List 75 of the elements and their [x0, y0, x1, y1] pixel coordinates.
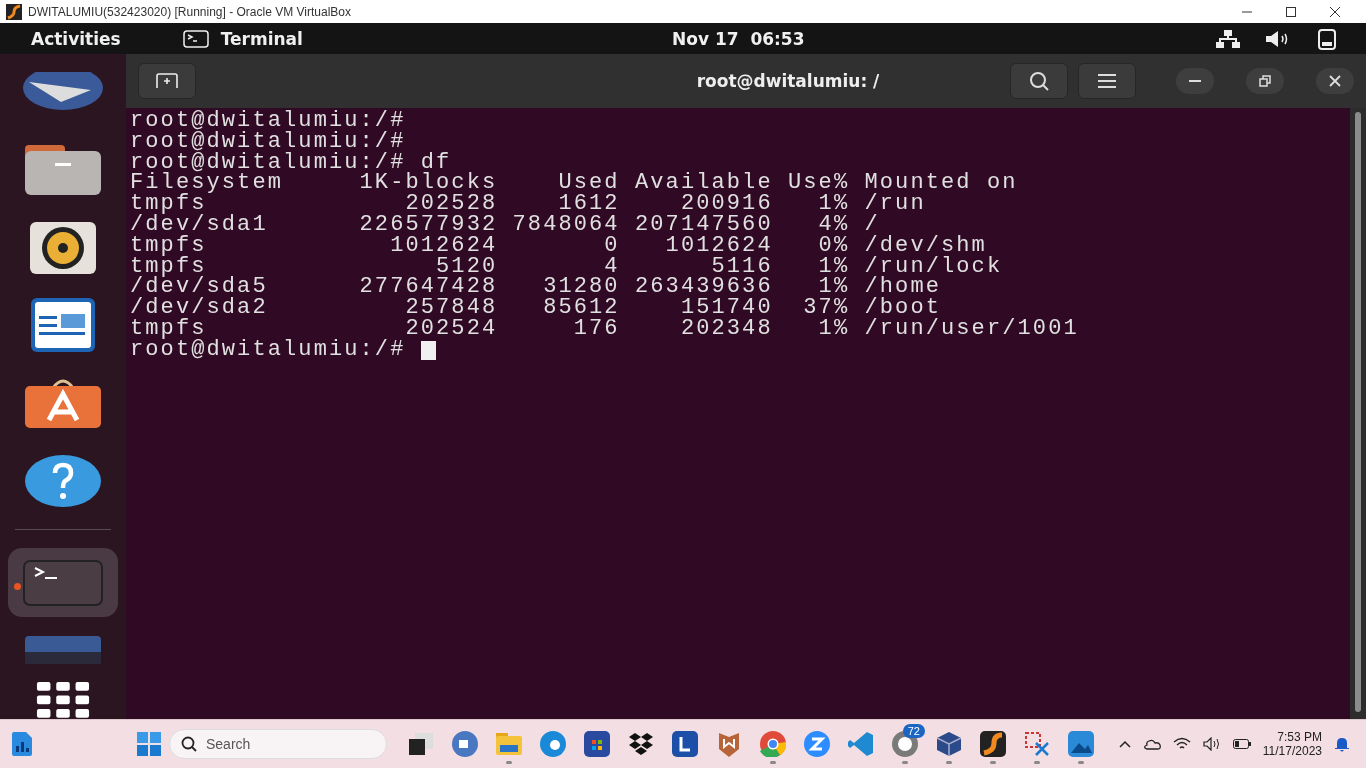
help-icon[interactable] — [25, 455, 101, 508]
swoosh-icon[interactable] — [980, 731, 1006, 757]
virtualbox-logo-icon — [6, 3, 22, 20]
photos-icon[interactable] — [1068, 731, 1094, 757]
terminal-line: tmpfs 202524 176 202348 1% /run/user/1001 — [130, 318, 1079, 340]
activities-button[interactable]: Activities — [31, 28, 121, 49]
terminal-icon — [182, 29, 209, 48]
terminal-line: root@dwitalumiu:/# — [130, 339, 406, 361]
app-menu[interactable]: Terminal — [220, 28, 303, 49]
start-button[interactable] — [137, 732, 161, 756]
letter-tile-icon[interactable] — [672, 731, 698, 757]
volume-icon[interactable] — [1202, 737, 1221, 751]
maximize-icon[interactable] — [1286, 6, 1296, 17]
terminal-line: root@dwitalumiu:/# — [130, 111, 406, 132]
notification-count: 72 — [902, 724, 925, 738]
new-tab-icon — [154, 72, 180, 90]
chrome-icon[interactable] — [760, 731, 786, 757]
restore-button[interactable] — [1246, 68, 1284, 94]
scissors-icon[interactable] — [1024, 731, 1050, 757]
running-indicator-icon — [14, 582, 21, 590]
wallpaper-icon[interactable] — [21, 71, 105, 112]
terminal-line: tmpfs 1012624 0 1012624 0% /dev/shm — [130, 235, 987, 257]
running-indicator — [946, 761, 952, 764]
store-bag-icon[interactable] — [584, 731, 610, 757]
running-indicator — [902, 761, 908, 764]
terminal-line: /dev/sda1 226577932 7848064 207147560 4% / — [130, 215, 880, 236]
running-indicator — [770, 761, 776, 764]
new-tab-button[interactable] — [138, 63, 196, 99]
cube-icon[interactable] — [936, 731, 962, 757]
close-icon[interactable] — [1330, 6, 1340, 17]
chart-file-icon[interactable] — [12, 732, 32, 756]
network-icon[interactable] — [1216, 29, 1240, 48]
close-icon — [1329, 75, 1341, 87]
code-editor-icon[interactable] — [848, 731, 874, 757]
cloud-icon[interactable] — [1142, 738, 1161, 750]
minimize-icon — [1189, 80, 1201, 82]
browser-icon[interactable] — [540, 731, 566, 757]
search-icon — [181, 736, 197, 752]
terminal-line: root@dwitalumiu:/# — [130, 131, 406, 153]
minimize-button[interactable] — [1176, 68, 1214, 94]
task-view-icon[interactable] — [409, 733, 433, 755]
menu-icon — [1098, 74, 1116, 88]
terminal-title: root@dwitalumiu: / — [695, 71, 881, 91]
menu-button[interactable] — [1078, 63, 1136, 99]
text-cursor — [421, 340, 437, 360]
close-button[interactable] — [1316, 68, 1354, 94]
clock[interactable]: Nov 17 06:53 — [672, 28, 805, 49]
app-grid-icon[interactable] — [36, 682, 90, 720]
restore-icon — [1259, 75, 1271, 87]
running-indicator — [1078, 761, 1084, 764]
chevron-up-icon[interactable] — [1118, 740, 1131, 748]
battery-icon[interactable] — [1232, 738, 1251, 750]
search-icon — [1028, 70, 1050, 92]
folder-icon[interactable] — [496, 733, 522, 755]
speaker-icon[interactable] — [30, 221, 96, 274]
document-icon[interactable] — [31, 298, 95, 353]
window-title: DWITALUMIU(532423020) [Running] - Oracle VM VirtualBox — [28, 4, 351, 19]
box-icon[interactable] — [629, 733, 653, 755]
running-indicator — [506, 761, 512, 764]
terminal-line: /dev/sda2 257848 85612 151740 37% /boot — [130, 298, 941, 319]
scrollbar-thumb[interactable] — [1355, 112, 1361, 712]
battery-icon[interactable] — [1318, 27, 1336, 50]
shopping-bag-icon[interactable] — [25, 378, 101, 429]
running-indicator — [1034, 761, 1040, 764]
running-indicator — [990, 761, 996, 764]
search-field[interactable]: Search — [169, 729, 387, 759]
search-button[interactable] — [1010, 63, 1068, 99]
terminal-line: tmpfs 202528 1612 200916 1% /run — [130, 194, 926, 215]
bell-icon[interactable] — [1334, 736, 1350, 752]
video-chat-icon[interactable] — [452, 731, 478, 757]
video-app-icon[interactable] — [804, 731, 830, 757]
folder-icon[interactable] — [25, 144, 101, 195]
wifi-icon[interactable] — [1172, 737, 1191, 751]
clock[interactable]: 7:53 PM 11/17/2023 — [1262, 730, 1322, 758]
shield-icon[interactable] — [717, 731, 741, 757]
